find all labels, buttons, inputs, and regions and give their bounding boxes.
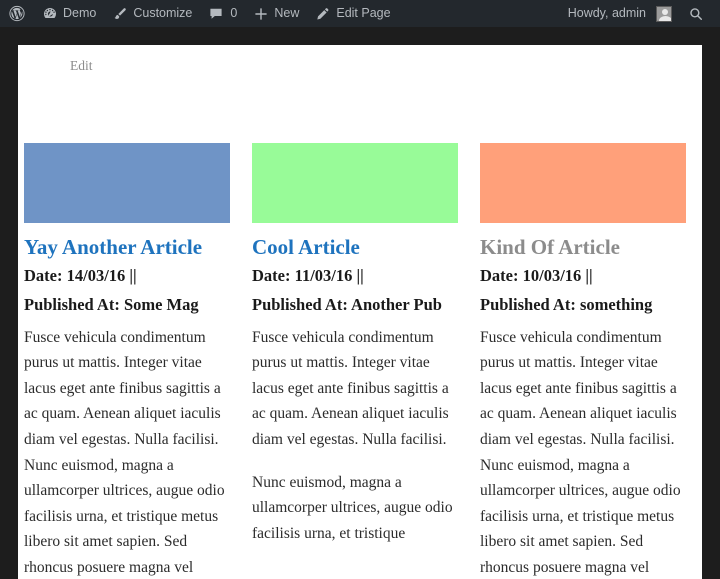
search-icon: [688, 6, 704, 22]
admin-bar-site-name[interactable]: Demo: [34, 0, 104, 27]
admin-bar-edit-page[interactable]: Edit Page: [307, 0, 398, 27]
dashboard-icon: [42, 6, 58, 22]
article-date: Date: 14/03/16 ||: [24, 266, 137, 286]
article-title-link[interactable]: Kind Of Article: [480, 234, 686, 260]
avatar: [656, 5, 672, 22]
article-title-link[interactable]: Cool Article: [252, 234, 458, 260]
article-date: Date: 11/03/16 ||: [252, 266, 364, 286]
page-background: Edit Yay Another Article Date: 14/03/16 …: [0, 27, 720, 579]
plus-icon: [253, 6, 269, 22]
article-body-paragraph: Nunc euismod, magna a ullamcorper ultric…: [252, 473, 453, 542]
paintbrush-icon: [112, 6, 128, 22]
article-title-link[interactable]: Yay Another Article: [24, 234, 230, 260]
admin-bar-my-account[interactable]: Howdy, admin: [560, 0, 680, 27]
howdy-label: Howdy, admin: [567, 6, 646, 20]
article-thumbnail-salmon[interactable]: [480, 143, 686, 223]
article-date: Date: 10/03/16 ||: [480, 266, 593, 286]
admin-bar-search[interactable]: [680, 0, 712, 27]
article-body-paragraph: Fusce vehicula condimentum purus ut matt…: [480, 328, 681, 576]
edit-post-link[interactable]: Edit: [70, 58, 93, 73]
wordpress-logo-icon: [9, 5, 25, 22]
admin-bar-new-label: New: [274, 6, 300, 20]
article-card: Cool Article Date: 11/03/16 || Published…: [252, 143, 458, 579]
article-thumbnail-green[interactable]: [252, 143, 458, 223]
admin-bar-comment-count: 0: [230, 6, 238, 20]
wp-logo-menu-item[interactable]: [0, 0, 34, 27]
article-publisher: Published At: something: [480, 295, 653, 314]
article-publisher: Published At: Some Mag: [24, 295, 199, 314]
article-card: Kind Of Article Date: 10/03/16 || Publis…: [480, 143, 686, 579]
admin-bar-right-group: Howdy, admin: [560, 0, 720, 27]
comment-bubble-icon: [208, 6, 224, 22]
wp-admin-bar: Demo Customize 0 New Edit Page Howdy, ad…: [0, 0, 720, 27]
admin-bar-comments[interactable]: 0: [200, 0, 245, 27]
article-body-paragraph: Fusce vehicula condimentum purus ut matt…: [24, 328, 225, 576]
pencil-icon: [315, 6, 331, 22]
admin-bar-left-group: Demo Customize 0 New Edit Page: [0, 0, 399, 27]
admin-bar-new-content[interactable]: New: [245, 0, 307, 27]
article-card: Yay Another Article Date: 14/03/16 || Pu…: [24, 143, 230, 579]
edit-link-row: Edit: [18, 45, 702, 87]
article-thumbnail-blue[interactable]: [24, 143, 230, 223]
admin-bar-site-name-label: Demo: [63, 6, 97, 20]
article-publisher: Published At: Another Pub: [252, 295, 442, 314]
admin-bar-edit-page-label: Edit Page: [336, 6, 391, 20]
admin-bar-customize-label: Customize: [133, 6, 193, 20]
admin-bar-customize[interactable]: Customize: [104, 0, 200, 27]
article-body-paragraph: Fusce vehicula condimentum purus ut matt…: [252, 328, 449, 448]
site-content-panel: Edit Yay Another Article Date: 14/03/16 …: [18, 45, 702, 579]
articles-grid: Yay Another Article Date: 14/03/16 || Pu…: [24, 143, 696, 579]
